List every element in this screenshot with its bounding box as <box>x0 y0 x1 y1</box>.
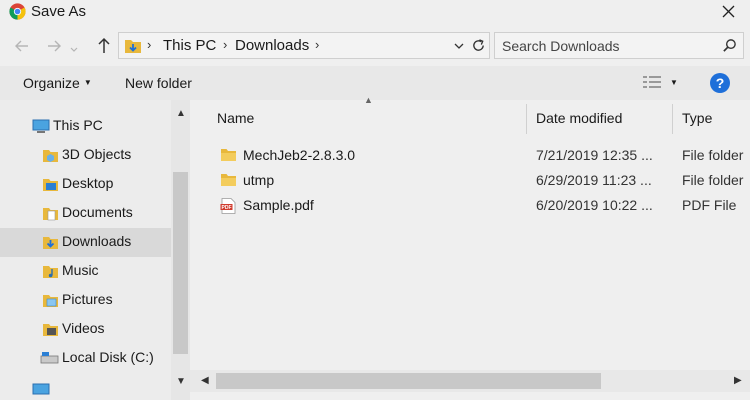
folder-icon <box>221 174 236 186</box>
search-input[interactable]: Search Downloads <box>502 38 620 54</box>
arrow-up-icon <box>98 37 110 53</box>
nav-label: Desktop <box>62 175 114 191</box>
scroll-left-icon[interactable]: ◀ <box>201 375 209 386</box>
horizontal-scrollbar[interactable]: ◀ ▶ <box>190 370 750 392</box>
file-row[interactable]: utmp 6/29/2019 11:23 ... File folder <box>190 169 750 193</box>
column-header-date[interactable]: Date modified <box>536 110 622 126</box>
downloads-folder-icon <box>43 237 58 249</box>
forward-button[interactable] <box>44 36 64 56</box>
close-icon <box>722 5 735 18</box>
nav-pane-scrollbar[interactable]: ▲ ▼ <box>171 100 190 400</box>
videos-folder-icon <box>43 324 58 336</box>
chevron-down-icon <box>70 47 78 52</box>
nav-item-music[interactable]: Music <box>0 257 171 286</box>
file-row[interactable]: PDF Sample.pdf 6/20/2019 10:22 ... PDF F… <box>190 194 750 218</box>
file-list: ▲ Name Date modified Type MechJeb2-2.8.3… <box>190 95 750 400</box>
details-view-icon[interactable] <box>643 75 661 89</box>
scroll-right-icon[interactable]: ▶ <box>734 375 742 386</box>
pdf-file-icon: PDF <box>220 198 236 214</box>
address-bar[interactable]: › This PC › Downloads › <box>118 32 490 59</box>
nav-item-videos[interactable]: Videos <box>0 315 171 344</box>
nav-item-desktop[interactable]: Desktop <box>0 170 171 199</box>
up-button[interactable] <box>94 36 114 56</box>
nav-label: Downloads <box>62 233 132 249</box>
svg-text:PDF: PDF <box>222 205 232 211</box>
recent-locations-button[interactable] <box>68 43 80 55</box>
network-icon <box>32 383 50 395</box>
column-divider[interactable] <box>672 104 673 134</box>
file-name: Sample.pdf <box>243 197 314 213</box>
nav-label: Pictures <box>62 291 113 307</box>
close-button[interactable] <box>710 0 744 24</box>
file-type: File folder <box>682 172 744 188</box>
arrow-left-icon <box>15 40 28 52</box>
nav-item-3d-objects[interactable]: 3D Objects <box>0 141 171 170</box>
nav-item-network[interactable] <box>0 375 171 400</box>
scrollbar-thumb[interactable] <box>216 373 601 389</box>
file-date: 6/20/2019 10:22 ... <box>536 197 653 213</box>
navigation-pane: This PC 3D Objects Desktop Documents Dow… <box>0 100 171 400</box>
nav-label: Music <box>62 262 99 278</box>
music-folder-icon <box>43 266 58 278</box>
nav-item-this-pc[interactable]: This PC <box>0 112 171 141</box>
command-bar: Organize ▼ New folder ▼ ? <box>0 66 750 100</box>
nav-label: This PC <box>53 117 103 133</box>
nav-label: Documents <box>62 204 133 220</box>
scroll-up-icon[interactable]: ▲ <box>176 108 186 119</box>
downloads-folder-icon <box>125 40 141 53</box>
arrow-right-icon <box>48 40 61 52</box>
column-header-type[interactable]: Type <box>682 110 712 126</box>
organize-button[interactable]: Organize ▼ <box>23 75 92 91</box>
svg-text:?: ? <box>716 75 725 91</box>
caret-down-icon: ▼ <box>83 78 92 87</box>
breadcrumb-this-pc[interactable]: This PC <box>163 37 216 54</box>
nav-label: 3D Objects <box>62 146 132 162</box>
sort-ascending-icon: ▲ <box>364 95 373 105</box>
help-icon[interactable]: ? <box>709 72 731 94</box>
column-header-name[interactable]: Name <box>217 110 254 126</box>
file-type: PDF File <box>682 197 737 213</box>
computer-icon <box>32 119 50 133</box>
breadcrumb-downloads[interactable]: Downloads <box>235 37 309 54</box>
file-name: MechJeb2-2.8.3.0 <box>243 147 356 163</box>
search-icon[interactable] <box>722 38 737 53</box>
chevron-down-icon[interactable] <box>453 41 465 51</box>
breadcrumb-separator: › <box>315 37 320 52</box>
file-name: utmp <box>243 172 275 188</box>
file-type: File folder <box>682 147 744 163</box>
nav-item-downloads[interactable]: Downloads <box>0 228 171 257</box>
organize-label: Organize <box>23 75 80 91</box>
nav-label: Videos <box>62 320 105 336</box>
search-box[interactable]: Search Downloads <box>494 32 744 59</box>
file-date: 7/21/2019 12:35 ... <box>536 147 653 163</box>
drive-icon <box>40 352 59 364</box>
nav-item-pictures[interactable]: Pictures <box>0 286 171 315</box>
nav-label: Local Disk (C:) <box>62 349 154 365</box>
new-folder-button[interactable]: New folder <box>125 75 192 91</box>
title-bar: Save As <box>0 0 750 26</box>
save-as-dialog: Save As › This PC › Downloads › Search D… <box>0 0 750 400</box>
refresh-icon[interactable] <box>471 38 486 53</box>
scroll-down-icon[interactable]: ▼ <box>176 376 186 387</box>
documents-folder-icon <box>43 208 58 221</box>
3d-objects-folder-icon <box>43 150 58 162</box>
column-divider[interactable] <box>526 104 527 134</box>
breadcrumb-separator: › <box>223 37 228 52</box>
breadcrumb-separator: › <box>147 37 152 52</box>
nav-item-documents[interactable]: Documents <box>0 199 171 228</box>
file-date: 6/29/2019 11:23 ... <box>536 172 652 188</box>
nav-item-local-disk[interactable]: Local Disk (C:) <box>0 344 171 373</box>
back-button[interactable] <box>12 36 32 56</box>
desktop-folder-icon <box>43 179 58 191</box>
view-options-caret-icon[interactable]: ▼ <box>670 78 678 87</box>
scrollbar-thumb[interactable] <box>173 172 188 354</box>
pictures-folder-icon <box>43 295 58 307</box>
window-title: Save As <box>31 3 87 20</box>
file-row[interactable]: MechJeb2-2.8.3.0 7/21/2019 12:35 ... Fil… <box>190 144 750 168</box>
chrome-icon <box>9 3 26 20</box>
folder-icon <box>221 149 236 161</box>
